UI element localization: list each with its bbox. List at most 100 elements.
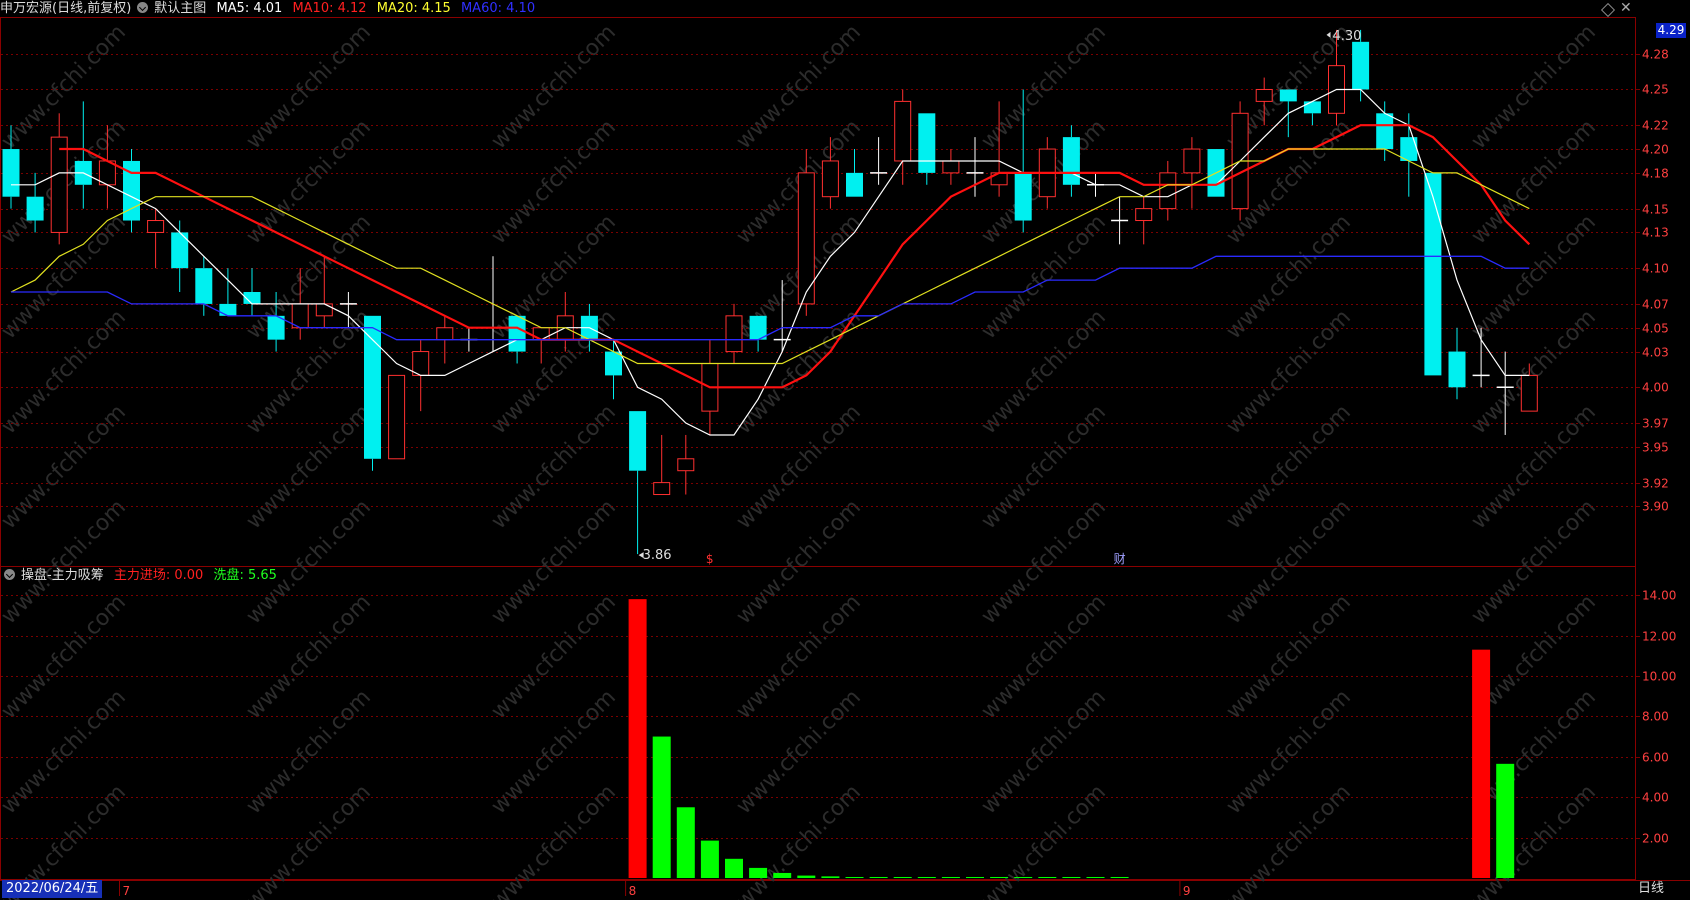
- ma60-value: 4.10: [506, 1, 536, 16]
- y-tick-label: 12.00: [1642, 630, 1676, 644]
- ma5-value: 4.01: [253, 1, 283, 16]
- candle-body: [1014, 172, 1032, 221]
- indicator-bar-green: [749, 867, 768, 878]
- candle: [388, 374, 406, 460]
- candle: [846, 149, 863, 197]
- stock-chart[interactable]: www.cfchi.com www.cfchi.com www.cfchi.com w…: [0, 0, 1690, 900]
- candle-body: [219, 303, 237, 316]
- high-label: 4.30: [1333, 29, 1362, 44]
- low-label: 3.86: [643, 548, 672, 563]
- y-tick-label: 4.07: [1642, 298, 1669, 312]
- candle-body: [26, 196, 44, 221]
- candle-body: [1062, 137, 1080, 185]
- month-tick-label: 8: [629, 884, 637, 898]
- y-tick-label: 4.18: [1642, 167, 1669, 181]
- candle-body: [195, 268, 213, 304]
- y-tick-label: 10.00: [1642, 670, 1676, 684]
- candle: [1135, 196, 1153, 245]
- indicator-bar-green: [676, 807, 695, 878]
- candle: [725, 303, 743, 364]
- candle: [749, 315, 767, 352]
- candle: [1159, 160, 1177, 221]
- candle: [870, 137, 888, 185]
- candle: [147, 208, 165, 269]
- candle-body: [821, 160, 839, 198]
- indicator-bar-green: [845, 876, 864, 878]
- candle-body: [50, 136, 68, 233]
- indicator-bar-green: [1110, 876, 1129, 878]
- indicator-bar-green: [700, 840, 719, 878]
- y-tick-label: 4.13: [1642, 226, 1669, 240]
- indicator-bar-green: [725, 858, 743, 878]
- candle-body: [677, 458, 695, 472]
- candle-body: [388, 374, 406, 460]
- candle-body: [629, 411, 647, 471]
- candle: [629, 411, 647, 555]
- candle-body: [1376, 113, 1394, 150]
- y-tick-label: 4.00: [1642, 381, 1669, 395]
- month-tick-label: 7: [123, 884, 131, 898]
- candle-body: [1352, 41, 1370, 90]
- candle-body: [846, 172, 863, 197]
- y-tick-label: 6.00: [1642, 751, 1669, 765]
- y-tick-label: 2.00: [1642, 832, 1669, 846]
- y-tick-label: 3.95: [1642, 441, 1669, 455]
- candle: [894, 89, 912, 185]
- indicator-bar-green: [652, 736, 671, 878]
- date-label: 2022/06/24/五: [2, 880, 103, 898]
- indicator-title[interactable]: 操盘-主力吸筹: [21, 568, 104, 583]
- candle: [1183, 137, 1201, 209]
- candle: [677, 434, 695, 495]
- candle-body: [894, 100, 912, 162]
- y-tick-label: 3.97: [1642, 417, 1669, 431]
- candle-body: [1183, 148, 1201, 174]
- wash-value: 5.65: [248, 568, 277, 583]
- indicator-bar-green: [1496, 763, 1515, 878]
- candle-body: [291, 303, 309, 329]
- main-chart-label[interactable]: 默认主图: [154, 1, 206, 16]
- ma20-legend: MA20: 4.15: [377, 1, 451, 16]
- indicator-bar-green: [893, 876, 912, 878]
- y-tick-label: 3.92: [1642, 477, 1669, 491]
- indicator-bar-green: [1062, 876, 1081, 878]
- y-tick-label: 4.22: [1642, 119, 1669, 133]
- candle-body: [412, 351, 430, 376]
- chevron-down-icon[interactable]: [4, 569, 15, 580]
- candle-body: [1135, 208, 1153, 222]
- ma10-legend: MA10: 4.12: [292, 1, 366, 16]
- y-tick-label: 8.00: [1642, 710, 1669, 724]
- candle-body: [2, 149, 20, 197]
- month-tick-label: 9: [1183, 884, 1191, 898]
- y-tick-label: 3.90: [1642, 500, 1669, 514]
- candle: [532, 327, 550, 364]
- candle-body: [315, 303, 333, 317]
- candle: [123, 149, 140, 233]
- indicator-header: 操盘-主力吸筹 主力进场: 0.00 洗盘: 5.65: [0, 567, 283, 585]
- main-entry-value: 0.00: [174, 568, 204, 583]
- ma20-label: MA20:: [376, 1, 418, 16]
- y-tick-label: 4.03: [1642, 346, 1669, 360]
- period-label[interactable]: 日线: [1638, 880, 1664, 898]
- y-tick-label: 14.00: [1642, 589, 1676, 603]
- y-tick-label: 4.10: [1642, 262, 1669, 276]
- indicator-bar-green: [869, 876, 888, 878]
- candle: [219, 268, 237, 316]
- candle-body: [508, 315, 526, 352]
- watermark-layer: www.cfchi.com www.cfchi.com www.cfchi.com w…: [0, 20, 1601, 900]
- indicator-bar-green: [1038, 876, 1057, 878]
- candle-body: [725, 315, 743, 353]
- indicator-bar-green: [917, 876, 936, 878]
- indicator-bar-green: [797, 875, 816, 878]
- candle: [1448, 327, 1466, 400]
- ma10-label: MA10:: [292, 1, 334, 16]
- wash-legend: 洗盘: 5.65: [213, 568, 276, 583]
- candle: [50, 113, 68, 245]
- candle-body: [1255, 88, 1273, 102]
- chevron-down-icon[interactable]: [137, 2, 149, 13]
- candle-body: [1424, 172, 1442, 376]
- y-tick-label: 4.28: [1642, 48, 1669, 62]
- close-icon[interactable]: ✕: [1620, 0, 1632, 16]
- candle: [171, 220, 189, 292]
- candle-body: [1303, 101, 1321, 114]
- indicator-bar-red: [1472, 649, 1491, 878]
